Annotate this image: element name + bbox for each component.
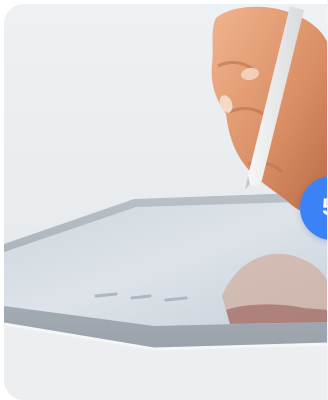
hand-with-stylus-on-tablet-photo: [4, 4, 328, 400]
feature-card: 5: [4, 4, 328, 400]
